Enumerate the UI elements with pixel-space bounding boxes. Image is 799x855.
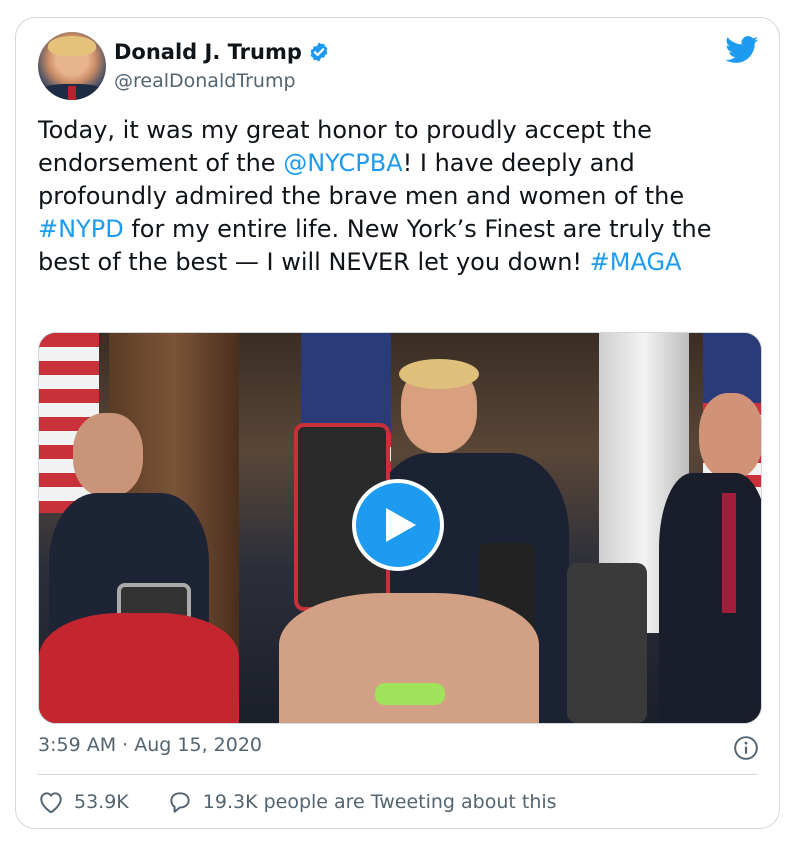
author-name[interactable]: Donald J. Trump — [114, 40, 302, 64]
divider — [38, 774, 757, 775]
person-center-hair — [399, 359, 479, 389]
info-icon[interactable] — [733, 735, 759, 761]
phone-right — [567, 563, 647, 723]
verified-badge-icon — [310, 42, 328, 62]
avatar-tie — [68, 86, 76, 100]
heart-icon — [40, 792, 62, 814]
play-icon — [386, 508, 416, 542]
wristband — [375, 683, 445, 705]
person-right-body — [659, 473, 761, 723]
crowd-red-hat — [39, 613, 239, 723]
meta-separator: · — [122, 734, 129, 756]
twitter-bird-icon[interactable] — [725, 36, 759, 64]
like-count: 53.9K — [74, 791, 129, 813]
comment-icon — [170, 792, 190, 813]
hashtag-link-maga[interactable]: #MAGA — [590, 248, 682, 276]
flag-center — [301, 333, 391, 433]
tweeting-action[interactable]: 19.3K people are Tweeting about this — [167, 790, 557, 814]
author-row: Donald J. Trump — [114, 40, 330, 64]
person-right-head — [699, 393, 761, 479]
person-right-tie — [722, 493, 736, 613]
tweet-timestamp[interactable]: 3:59 AM · Aug 15, 2020 — [38, 734, 262, 756]
tweet-time: 3:59 AM — [38, 734, 117, 756]
tweeting-count-text: 19.3K people are Tweeting about this — [202, 791, 557, 813]
person-left-head — [73, 413, 143, 497]
hashtag-link-nypd[interactable]: #NYPD — [38, 215, 124, 243]
tweet-actions: 53.9K 19.3K people are Tweeting about th… — [38, 790, 595, 814]
video-player[interactable] — [38, 332, 762, 724]
tweet-date: Aug 15, 2020 — [134, 734, 262, 756]
author-handle[interactable]: @realDonaldTrump — [114, 70, 296, 92]
like-action[interactable]: 53.9K — [38, 790, 129, 814]
tweet-text: Today, it was my great honor to proudly … — [38, 114, 768, 279]
play-button[interactable] — [352, 479, 444, 571]
mention-link-nycpba[interactable]: @NYCPBA — [283, 149, 402, 177]
tweet-card[interactable]: Donald J. Trump @realDonaldTrump Today, … — [15, 17, 780, 829]
avatar[interactable] — [38, 32, 106, 100]
avatar-hair — [48, 36, 96, 56]
